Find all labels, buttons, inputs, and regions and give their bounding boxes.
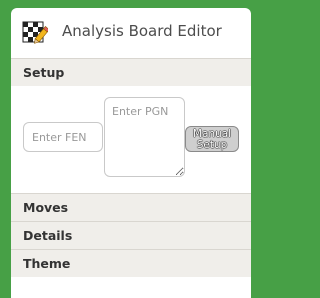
editor-panel: Analysis Board Editor Setup Manual Setup… xyxy=(11,8,251,298)
fen-input[interactable] xyxy=(23,122,103,152)
page-title: Analysis Board Editor xyxy=(62,22,222,40)
section-moves[interactable]: Moves xyxy=(11,193,251,221)
chessboard-pencil-icon xyxy=(22,21,48,44)
section-setup[interactable]: Setup xyxy=(11,58,251,86)
section-theme[interactable]: Theme xyxy=(11,249,251,277)
setup-content: Manual Setup xyxy=(11,86,251,193)
pgn-input[interactable] xyxy=(104,97,185,177)
panel-header: Analysis Board Editor xyxy=(11,8,251,58)
manual-setup-button[interactable]: Manual Setup xyxy=(185,126,239,152)
manual-setup-label-line2: Setup xyxy=(196,138,228,151)
section-details[interactable]: Details xyxy=(11,221,251,249)
manual-setup-label-line1: Manual xyxy=(192,127,232,140)
